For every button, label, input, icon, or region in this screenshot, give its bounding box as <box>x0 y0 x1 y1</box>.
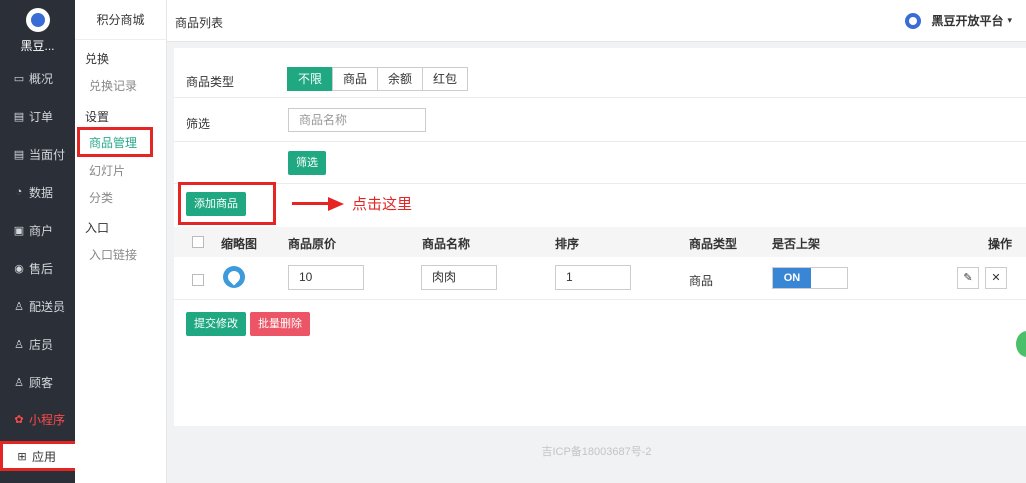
type-option-balance[interactable]: 余额 <box>377 67 424 91</box>
brand-menu[interactable]: 黑豆开放平台 ▾ <box>905 12 1012 29</box>
order-icon: ▤ <box>13 110 25 123</box>
main-sidebar: 黑豆... ▭ 概况 ▤ 订单 ▤ 当面付 ◔ 数据 ▣ 商户 ◉ 售后 ♙ 配… <box>0 0 79 483</box>
delete-button[interactable]: ✕ <box>985 267 1007 289</box>
sidebar-item-label: 商户 <box>29 223 54 238</box>
type-option-redpacket[interactable]: 红包 <box>422 67 469 91</box>
select-all-checkbox[interactable] <box>192 236 204 248</box>
brand-logo-icon <box>905 12 922 29</box>
sidebar-item-merchant[interactable]: ▣ 商户 <box>0 216 75 244</box>
edit-button[interactable]: ✎ <box>957 267 979 289</box>
merchant-icon: ▣ <box>13 224 25 237</box>
sidebar-logo-area: 黑豆... <box>0 0 75 64</box>
batch-delete-button[interactable]: 批量删除 <box>250 312 310 336</box>
breadcrumb: 商品列表 <box>175 16 224 30</box>
sidebar-item-miniprogram[interactable]: ✿ 小程序 <box>0 405 75 433</box>
sub-group-settings: 设置 <box>85 110 110 124</box>
col-sort: 排序 <box>555 237 580 251</box>
type-filter-row: 商品类型 不限 商品 余额 红包 <box>174 48 1026 98</box>
sub-item-slides[interactable]: 幻灯片 <box>75 159 167 183</box>
brand-name: 黑豆开放平台 <box>931 14 1004 28</box>
add-goods-highlight-box <box>178 182 276 225</box>
type-option-all[interactable]: 不限 <box>287 67 334 91</box>
col-price: 商品原价 <box>288 237 337 251</box>
sidebar-title: 黑豆... <box>20 39 55 53</box>
col-actions: 操作 <box>988 237 1013 251</box>
col-type: 商品类型 <box>689 237 738 251</box>
filter-label: 筛选 <box>186 117 211 131</box>
sidebar-item-clerk[interactable]: ♙ 店员 <box>0 330 75 358</box>
clerk-icon: ♙ <box>14 338 24 351</box>
sidebar-item-facepay[interactable]: ▤ 当面付 <box>0 140 75 168</box>
sidebar-item-label: 订单 <box>29 109 54 124</box>
sidebar-item-orders[interactable]: ▤ 订单 <box>0 102 75 130</box>
chevron-down-icon: ▾ <box>1007 15 1012 25</box>
goods-thumbnail <box>223 266 245 288</box>
type-label: 商品类型 <box>186 75 235 89</box>
arrow-line <box>292 202 328 205</box>
app-logo-icon[interactable] <box>25 8 50 32</box>
edit-icon: ✎ <box>963 272 973 284</box>
top-header: 商品列表 黑豆开放平台 ▾ <box>167 0 1026 42</box>
sidebar-item-overview[interactable]: ▭ 概况 <box>0 64 75 92</box>
sidebar-item-label: 数据 <box>29 185 54 200</box>
arrow-right-icon <box>328 196 344 211</box>
col-thumbnail: 缩略图 <box>221 237 258 251</box>
row-checkbox[interactable] <box>192 274 204 286</box>
close-icon: ✕ <box>991 272 1001 284</box>
type-button-group: 不限 商品 余额 红包 <box>287 67 469 91</box>
sub-group-exchange: 兑换 <box>85 52 110 66</box>
sub-item-exchange-record[interactable]: 兑换记录 <box>75 74 167 98</box>
goods-manage-highlight-box <box>77 127 153 157</box>
submit-changes-button[interactable]: 提交修改 <box>186 312 246 336</box>
sidebar-item-label: 小程序 <box>29 412 66 427</box>
sidebar-item-label: 店员 <box>29 337 54 352</box>
sub-item-entry-link[interactable]: 入口链接 <box>75 243 167 267</box>
customer-icon: ♙ <box>14 376 24 389</box>
sidebar-item-label: 售后 <box>29 261 54 276</box>
goods-name-search-input[interactable]: 商品名称 <box>288 108 426 132</box>
goods-type-value: 商品 <box>689 274 714 288</box>
sub-sidebar-title: 积分商城 <box>75 0 166 40</box>
col-on-shelf: 是否上架 <box>772 237 821 251</box>
on-shelf-toggle[interactable]: ON <box>772 267 848 289</box>
name-filter-row: 筛选 商品名称 <box>174 98 1026 142</box>
sub-item-category[interactable]: 分类 <box>75 186 167 210</box>
type-option-goods[interactable]: 商品 <box>332 67 379 91</box>
annotation-arrow: 点击这里 <box>292 193 412 214</box>
sidebar-item-label: 配送员 <box>29 299 66 314</box>
sidebar-item-label: 概况 <box>29 71 54 86</box>
sidebar-item-label: 顾客 <box>29 375 54 390</box>
goods-name-input[interactable]: 肉肉 <box>421 265 497 290</box>
price-input[interactable]: 10 <box>288 265 364 290</box>
data-icon: ◔ <box>15 186 23 198</box>
aftersale-icon: ◉ <box>14 262 24 275</box>
sort-input[interactable]: 1 <box>555 265 631 290</box>
sub-group-entry: 入口 <box>85 221 110 235</box>
sidebar-item-courier[interactable]: ♙ 配送员 <box>0 292 75 320</box>
toggle-on-label: ON <box>773 268 811 288</box>
annotation-text: 点击这里 <box>352 195 413 213</box>
sidebar-item-data[interactable]: ◔ 数据 <box>0 178 75 206</box>
filter-button[interactable]: 筛选 <box>288 151 326 175</box>
courier-icon: ♙ <box>14 300 24 313</box>
footer-icp[interactable]: 吉ICP备18003687号-2 <box>167 432 1026 472</box>
miniprogram-icon: ✿ <box>14 413 24 426</box>
col-name: 商品名称 <box>422 237 471 251</box>
filter-button-row: 筛选 <box>174 142 1026 184</box>
sidebar-item-apps[interactable]: ⊞ 应用 <box>0 441 79 471</box>
overview-icon: ▭ <box>13 72 25 85</box>
sidebar-item-label: 当面付 <box>29 147 66 162</box>
sub-sidebar: 积分商城 兑换 兑换记录 设置 商品管理 幻灯片 分类 入口 入口链接 <box>75 0 167 483</box>
goods-table-header: 缩略图 商品原价 商品名称 排序 商品类型 是否上架 操作 <box>174 227 1026 257</box>
apps-icon: ⊞ <box>17 450 27 463</box>
facepay-icon: ▤ <box>13 148 25 161</box>
sidebar-item-label: 应用 <box>32 449 57 464</box>
sidebar-item-customer[interactable]: ♙ 顾客 <box>0 368 75 396</box>
sidebar-item-aftersale[interactable]: ◉ 售后 <box>0 254 75 282</box>
